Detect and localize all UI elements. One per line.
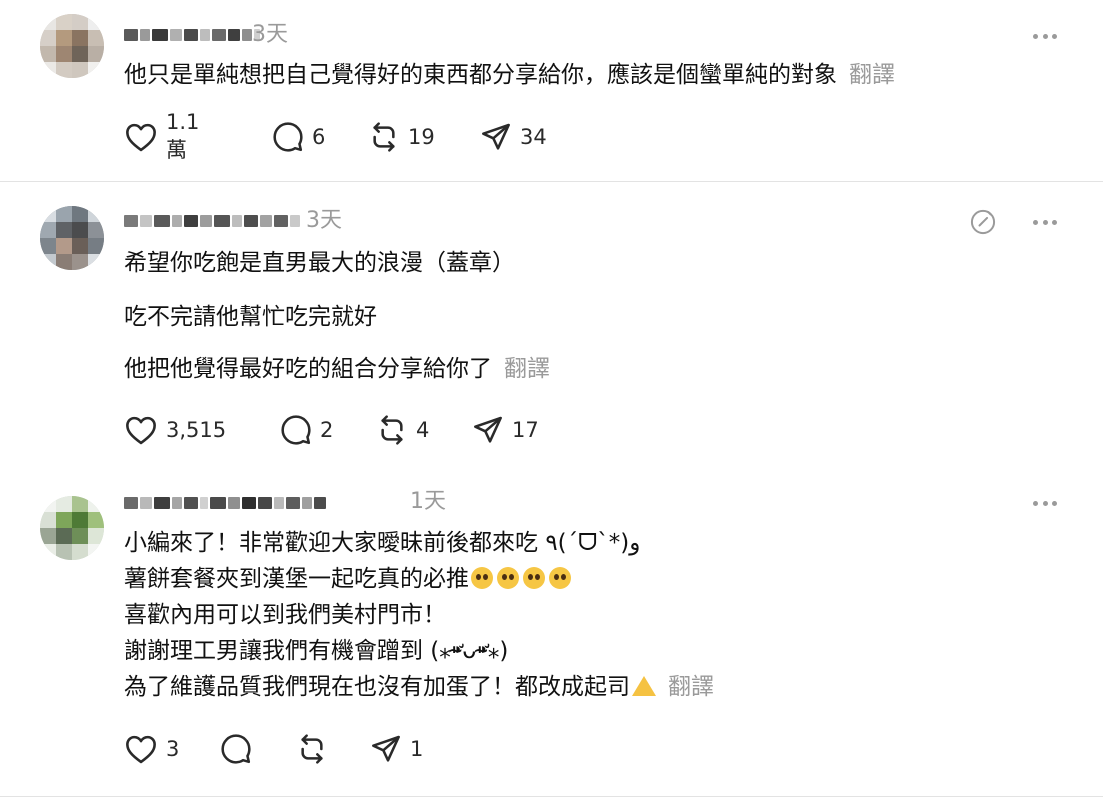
edit-off-icon[interactable]: [969, 208, 997, 236]
repost-icon: [376, 414, 408, 446]
username-redacted[interactable]: [124, 210, 300, 232]
post-text-line: 謝謝理工男讓我們有機會蹭到 (⁎⁍̴̛ᴗ⁍̴̛⁎): [124, 638, 509, 664]
post-text-line: 吃不完請他幫忙吃完就好: [124, 304, 377, 330]
like-button[interactable]: 3: [124, 732, 179, 766]
post-text-line: 為了維護品質我們現在也沒有加蛋了！都改成起司: [124, 674, 630, 700]
divider: [0, 796, 1103, 797]
more-icon[interactable]: [1033, 24, 1057, 48]
like-button[interactable]: 3,515: [124, 413, 226, 447]
post-text: 他把他覺得最好吃的組合分享給你了 翻譯: [124, 354, 550, 384]
pleading-face-emoji: [549, 567, 571, 589]
heart-icon: [124, 415, 158, 445]
comment-icon: [220, 733, 252, 765]
avatar[interactable]: [40, 206, 104, 270]
reply-count: 6: [312, 125, 326, 149]
repost-count: 19: [408, 125, 435, 149]
like-count: 3,515: [166, 418, 227, 442]
share-count: 34: [520, 125, 547, 149]
post-text-line: 喜歡內用可以到我們美村門市！: [124, 602, 446, 628]
reply-count: 2: [320, 418, 334, 442]
post-time: 1天: [410, 489, 446, 514]
heart-icon: [124, 734, 158, 764]
repost-count: 4: [416, 418, 430, 442]
translate-link[interactable]: 翻譯: [668, 674, 714, 700]
pleading-face-emoji: [523, 567, 545, 589]
reply-button[interactable]: 2: [280, 413, 333, 447]
post-text-line: 他只是單純想把自己覺得好的東西都分享給你，應該是個蠻單純的對象: [124, 62, 837, 88]
repost-button[interactable]: [296, 732, 336, 766]
post-text-line: 希望你吃飽是直男最大的浪漫（蓋章）: [124, 250, 515, 276]
send-icon: [472, 414, 504, 446]
post-text: 薯餅套餐夾到漢堡一起吃真的必推: [124, 564, 575, 594]
share-button[interactable]: 34: [480, 120, 547, 154]
share-button[interactable]: 17: [472, 413, 539, 447]
more-icon[interactable]: [1033, 491, 1057, 515]
translate-link[interactable]: 翻譯: [504, 356, 550, 382]
post-time: 3天: [252, 22, 288, 47]
username-redacted[interactable]: [124, 24, 260, 46]
more-icon[interactable]: [1033, 210, 1057, 234]
translate-link[interactable]: 翻譯: [849, 62, 895, 88]
post-text-line: 他把他覺得最好吃的組合分享給你了: [124, 356, 492, 382]
share-count: 1: [410, 737, 424, 761]
like-count: 1.1 萬: [166, 110, 200, 162]
username-redacted[interactable]: [124, 492, 326, 514]
cheese-emoji: [632, 676, 656, 696]
reply-button[interactable]: 6: [272, 120, 325, 154]
comment-icon: [272, 121, 304, 153]
post-3: 1天 小編來了！非常歡迎大家曖昧前後都來吃 ٩(ˊᗜˋ*)و 薯餅套餐夾到漢堡一…: [0, 472, 1103, 800]
send-icon: [370, 733, 402, 765]
avatar[interactable]: [40, 496, 104, 560]
avatar[interactable]: [40, 14, 104, 78]
post-text: 為了維護品質我們現在也沒有加蛋了！都改成起司 翻譯: [124, 672, 714, 702]
repost-button[interactable]: 4: [376, 413, 429, 447]
reply-button[interactable]: [220, 732, 260, 766]
post-text-line: 薯餅套餐夾到漢堡一起吃真的必推: [124, 566, 469, 592]
pleading-face-emoji: [497, 567, 519, 589]
send-icon: [480, 121, 512, 153]
post-time: 3天: [306, 208, 342, 233]
repost-icon: [296, 733, 328, 765]
pleading-face-emoji: [471, 567, 493, 589]
comment-icon: [280, 414, 312, 446]
post-text: 他只是單純想把自己覺得好的東西都分享給你，應該是個蠻單純的對象 翻譯: [124, 60, 895, 90]
repost-icon: [368, 121, 400, 153]
like-button[interactable]: 1.1 萬: [124, 110, 199, 162]
heart-icon: [124, 122, 158, 152]
post-1: 3天 他只是單純想把自己覺得好的東西都分享給你，應該是個蠻單純的對象 翻譯 1.1…: [0, 0, 1103, 181]
share-button[interactable]: 1: [370, 732, 423, 766]
like-count: 3: [166, 737, 180, 761]
post-text-line: 小編來了！非常歡迎大家曖昧前後都來吃 ٩(ˊᗜˋ*)و: [124, 530, 641, 556]
share-count: 17: [512, 418, 539, 442]
post-2: 3天 希望你吃飽是直男最大的浪漫（蓋章） 吃不完請他幫忙吃完就好 他把他覺得最好…: [0, 182, 1103, 472]
repost-button[interactable]: 19: [368, 120, 435, 154]
